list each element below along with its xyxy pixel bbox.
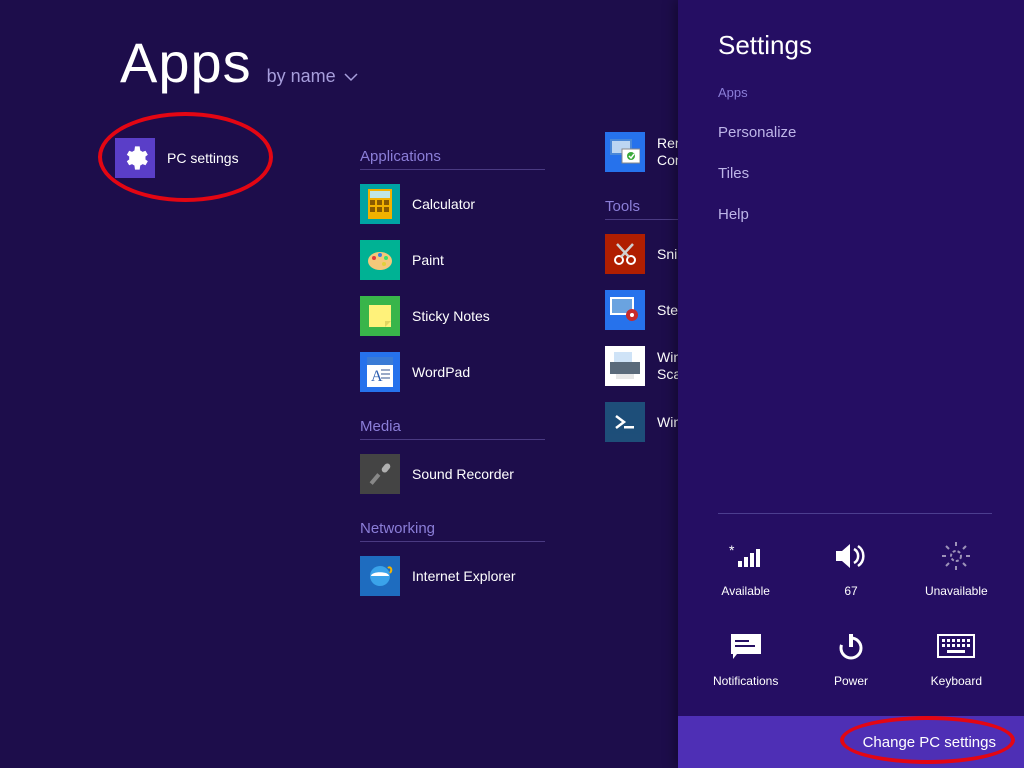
- calculator-icon: [360, 184, 400, 224]
- gear-icon: [115, 138, 155, 178]
- notifications-icon: [729, 628, 763, 664]
- app-pc-settings[interactable]: PC settings: [115, 136, 315, 180]
- microphone-icon: [360, 454, 400, 494]
- settings-context: Apps: [718, 85, 992, 100]
- steps-recorder-icon: [605, 290, 645, 330]
- settings-brightness[interactable]: Unavailable: [904, 538, 1009, 598]
- settings-power[interactable]: Power: [798, 628, 903, 688]
- sticky-notes-icon: [360, 296, 400, 336]
- power-icon: [836, 628, 866, 664]
- settings-title: Settings: [718, 30, 992, 61]
- app-wordpad[interactable]: A WordPad: [360, 350, 560, 394]
- sort-dropdown[interactable]: by name: [267, 66, 358, 87]
- scissors-icon: [605, 234, 645, 274]
- group-networking: Networking: [360, 520, 545, 542]
- group-applications: Applications: [360, 148, 545, 170]
- svg-text:*: *: [729, 542, 735, 558]
- wordpad-icon: A: [360, 352, 400, 392]
- app-label: Sound Recorder: [412, 466, 514, 483]
- app-calculator[interactable]: Calculator: [360, 182, 560, 226]
- keyboard-label: Keyboard: [931, 674, 982, 688]
- fax-icon: [605, 346, 645, 386]
- app-internet-explorer[interactable]: Internet Explorer: [360, 554, 560, 598]
- app-paint[interactable]: Paint: [360, 238, 560, 282]
- change-pc-settings-button[interactable]: Change PC settings: [678, 716, 1024, 768]
- app-label: Paint: [412, 252, 444, 269]
- keyboard-icon: [937, 628, 975, 664]
- settings-keyboard[interactable]: Keyboard: [904, 628, 1009, 688]
- powershell-icon: [605, 402, 645, 442]
- paint-icon: [360, 240, 400, 280]
- settings-notifications[interactable]: Notifications: [693, 628, 798, 688]
- change-pc-settings-label: Change PC settings: [863, 734, 996, 751]
- sort-label: by name: [267, 66, 336, 87]
- settings-network[interactable]: * Available: [693, 538, 798, 598]
- notifications-label: Notifications: [713, 674, 778, 688]
- chevron-down-icon: [344, 70, 358, 84]
- brightness-label: Unavailable: [925, 584, 988, 598]
- settings-volume[interactable]: 67: [798, 538, 903, 598]
- power-label: Power: [834, 674, 868, 688]
- settings-link-tiles[interactable]: Tiles: [718, 165, 992, 182]
- settings-charm-panel: Settings Apps Personalize Tiles Help * A…: [678, 0, 1024, 768]
- app-label: Calculator: [412, 196, 475, 213]
- volume-icon: [834, 538, 868, 574]
- app-label: Internet Explorer: [412, 568, 516, 585]
- remote-desktop-icon: [605, 132, 645, 172]
- group-media: Media: [360, 418, 545, 440]
- app-label: PC settings: [167, 150, 239, 167]
- network-icon: *: [728, 538, 764, 574]
- app-sound-recorder[interactable]: Sound Recorder: [360, 452, 560, 496]
- brightness-icon: [940, 538, 972, 574]
- settings-link-personalize[interactable]: Personalize: [718, 124, 992, 141]
- app-label: Sticky Notes: [412, 308, 490, 325]
- network-label: Available: [721, 584, 769, 598]
- app-sticky-notes[interactable]: Sticky Notes: [360, 294, 560, 338]
- ie-icon: [360, 556, 400, 596]
- volume-label: 67: [844, 584, 857, 598]
- app-label: WordPad: [412, 364, 470, 381]
- page-title: Apps: [120, 30, 252, 95]
- settings-link-help[interactable]: Help: [718, 206, 992, 223]
